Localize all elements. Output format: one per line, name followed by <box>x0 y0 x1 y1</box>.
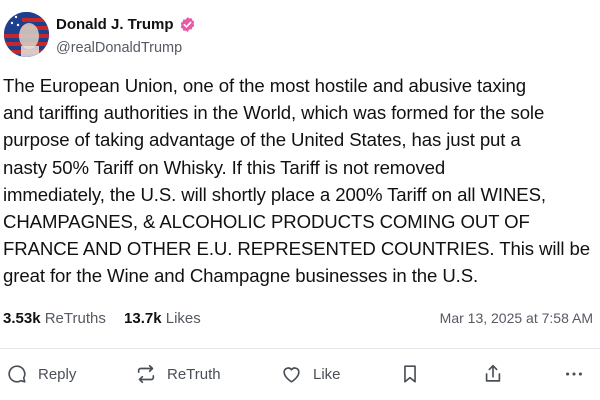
retruths-stat[interactable]: 3.53k ReTruths <box>3 310 106 327</box>
action-bar: Reply ReTruth Like <box>0 358 600 390</box>
avatar[interactable] <box>4 12 49 57</box>
retruths-label: ReTruths <box>44 310 106 327</box>
bookmark-button[interactable] <box>399 358 421 390</box>
likes-stat[interactable]: 13.7k Likes <box>124 310 201 327</box>
retruth-icon <box>137 364 155 384</box>
name-row: Donald J. Trump <box>56 16 196 33</box>
retruths-count: 3.53k <box>3 310 41 327</box>
display-name[interactable]: Donald J. Trump <box>56 16 174 33</box>
post-body: The European Union, one of the most host… <box>3 72 598 290</box>
timestamp[interactable]: Mar 13, 2025 at 7:58 AM <box>440 310 593 326</box>
reply-label: Reply <box>38 365 77 383</box>
post-line: nasty 50% Tariff on Whisky. If this Tari… <box>3 156 446 178</box>
post-line: FRANCE AND OTHER E.U. REPRESENTED COUNTR… <box>3 238 590 260</box>
like-button[interactable]: Like <box>280 358 341 390</box>
post-line: The European Union, one of the most host… <box>3 75 527 96</box>
retruth-label: ReTruth <box>167 365 221 383</box>
more-button[interactable] <box>563 358 585 390</box>
reply-icon <box>8 365 26 383</box>
post-line: great for the Wine and Champagne busines… <box>3 265 479 287</box>
post-line: and tariffing authorities in the World, … <box>3 102 545 124</box>
like-icon <box>283 367 300 383</box>
reply-button[interactable]: Reply <box>6 358 76 390</box>
verified-icon <box>179 16 196 33</box>
like-label: Like <box>313 365 341 383</box>
post-line: immediately, the U.S. will shortly place… <box>3 183 546 205</box>
post-line: purpose of taking advantage of the Unite… <box>3 129 521 151</box>
retruth-button[interactable]: ReTruth <box>135 358 221 390</box>
post-stats: 3.53k ReTruths 13.7k Likes Mar 13, 2025 … <box>3 310 593 332</box>
more-icon <box>566 372 582 376</box>
share-button[interactable] <box>482 358 504 390</box>
handle[interactable]: @realDonaldTrump <box>56 40 182 56</box>
divider <box>0 348 600 349</box>
post-header: Donald J. Trump @realDonaldTrump <box>4 10 594 62</box>
likes-count: 13.7k <box>124 310 162 327</box>
post-line: CHAMPAGNES, & ALCOHOLIC PRODUCTS COMING … <box>3 211 530 233</box>
likes-label: Likes <box>165 310 201 327</box>
share-icon <box>485 364 501 382</box>
bookmark-icon <box>404 365 416 383</box>
